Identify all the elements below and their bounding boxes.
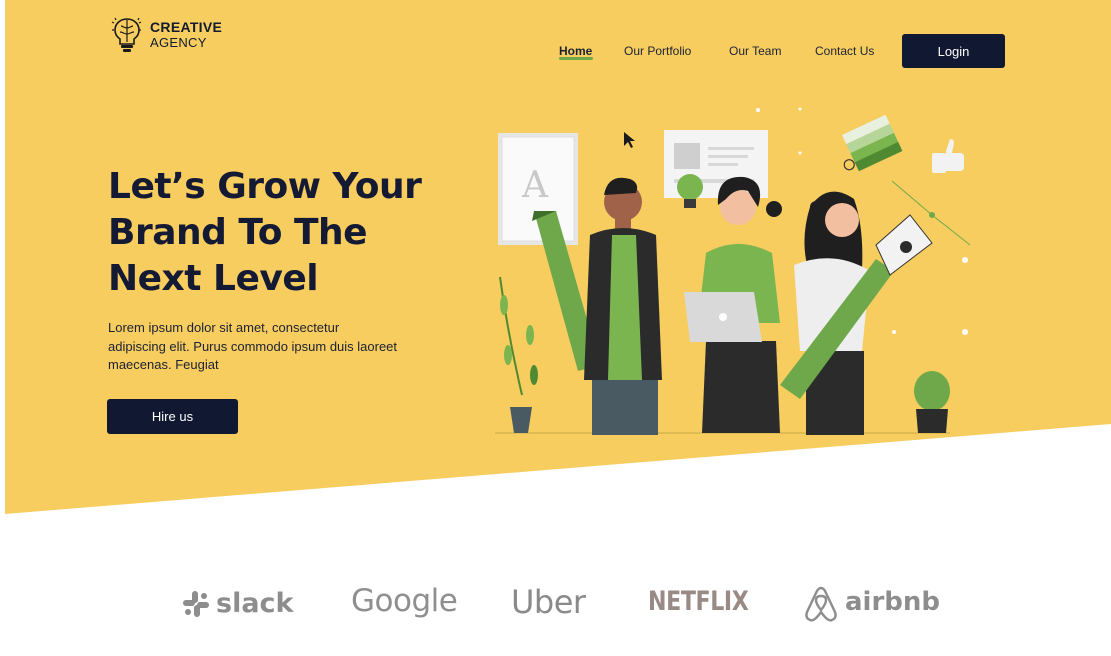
login-button[interactable]: Login xyxy=(902,34,1005,68)
brain-lightbulb-icon xyxy=(111,17,142,52)
brand-name: CREATIVE AGENCY xyxy=(150,19,223,51)
man-figure xyxy=(584,177,662,435)
hero-headline: Let’s Grow Your Brand To The Next Level xyxy=(108,164,448,302)
cactus-icon xyxy=(914,371,950,433)
hero-headline-line3: Next Level xyxy=(108,258,319,299)
partner-name: Uber xyxy=(511,583,586,621)
brand-name-line2: AGENCY xyxy=(150,35,207,50)
partner-logo-slack[interactable]: slack xyxy=(182,588,294,619)
woman-with-laptop-figure xyxy=(684,176,782,433)
color-swatch-icon xyxy=(842,114,903,172)
nav-item-contact-us[interactable]: Contact Us xyxy=(815,44,874,58)
slack-logo-icon xyxy=(183,590,209,617)
cursor-icon xyxy=(624,132,635,148)
partner-logo-uber[interactable]: Uber xyxy=(511,583,586,621)
plant-icon xyxy=(499,276,538,433)
thumbs-up-icon xyxy=(932,139,964,173)
team-illustration: A xyxy=(495,107,971,435)
nav-item-our-team[interactable]: Our Team xyxy=(729,44,781,58)
hire-us-button[interactable]: Hire us xyxy=(107,399,238,434)
brand-name-line1: CREATIVE xyxy=(150,19,223,35)
woman-with-pen-tool-figure xyxy=(780,191,933,435)
typography-card: A xyxy=(498,133,578,245)
partner-logo-google[interactable]: Google xyxy=(351,583,458,619)
nav-item-our-portfolio[interactable]: Our Portfolio xyxy=(624,44,691,58)
active-nav-indicator xyxy=(559,57,593,60)
brand-logo[interactable]: CREATIVE AGENCY xyxy=(110,16,222,54)
partner-logos: slack Google Uber NETFLIX airbnb xyxy=(0,580,1111,630)
airbnb-logo-icon xyxy=(805,586,837,622)
hero-headline-line1: Let’s Grow Your xyxy=(108,166,422,207)
svg-text:A: A xyxy=(521,165,549,206)
partner-name: slack xyxy=(216,588,294,619)
partner-name: NETFLIX xyxy=(648,586,749,617)
hero-headline-line2: Brand To The xyxy=(108,212,368,253)
hero-description: Lorem ipsum dolor sit amet, consectetur … xyxy=(108,320,398,372)
partner-name: airbnb xyxy=(845,587,941,617)
lightbulb-icon xyxy=(677,174,703,208)
partner-name: Google xyxy=(351,583,458,619)
partner-logo-netflix[interactable]: NETFLIX xyxy=(648,586,749,617)
nav-item-home[interactable]: Home xyxy=(559,44,592,58)
partner-logo-airbnb[interactable]: airbnb xyxy=(803,582,940,622)
